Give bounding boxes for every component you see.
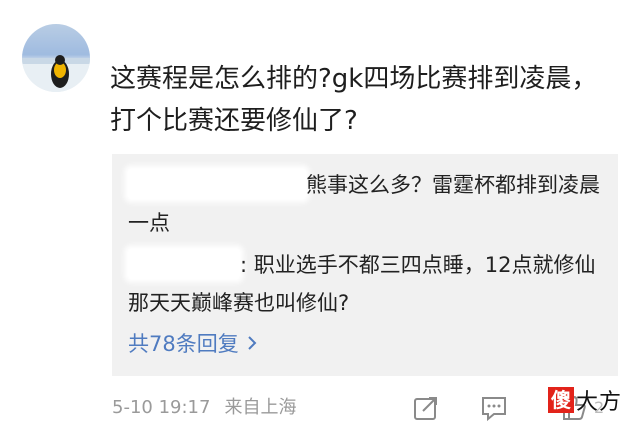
comment-icon xyxy=(482,397,506,422)
share-button[interactable] xyxy=(412,394,440,422)
watermark: 傻 大方 xyxy=(548,380,632,420)
avatar[interactable] xyxy=(22,24,90,92)
chevron-right-icon xyxy=(248,336,257,350)
location: 来自上海 xyxy=(224,397,297,418)
reply-item-1: 熊事这么多？雷霆杯都排到凌晨一点 xyxy=(128,166,608,242)
share-icon xyxy=(414,397,437,420)
more-replies-label: 共78条回复 xyxy=(128,332,239,356)
comment-meta: 5-10 19:17 来自上海 xyxy=(112,393,296,419)
redacted-username xyxy=(128,249,240,279)
watermark-box-char: 傻 xyxy=(548,387,574,413)
watermark-text: 大方 xyxy=(576,390,623,415)
comment-text: 这赛程是怎么排的?gk四场比赛排到凌晨，打个比赛还要修仙了? xyxy=(110,64,598,136)
reply-box[interactable]: 熊事这么多？雷霆杯都排到凌晨一点 : 职业选手不都三四点睡，12点就修仙那天天巅… xyxy=(112,154,618,376)
redacted-username xyxy=(128,169,306,199)
reply-item-2: : 职业选手不都三四点睡，12点就修仙那天天巅峰赛也叫修仙? xyxy=(128,246,608,322)
more-replies-link[interactable]: 共78条回复 xyxy=(128,328,257,358)
avatar-image xyxy=(22,55,90,92)
timestamp: 5-10 19:17 xyxy=(112,397,211,418)
comment-button[interactable] xyxy=(480,394,508,422)
